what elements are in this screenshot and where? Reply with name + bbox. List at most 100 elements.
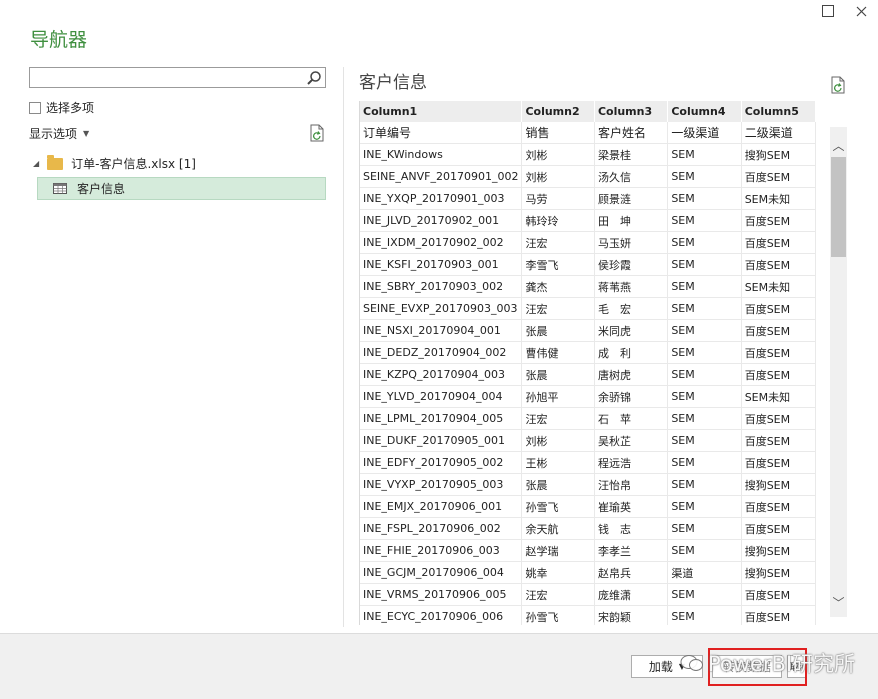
table-cell: 余天航 <box>521 517 595 540</box>
table-icon <box>53 183 67 194</box>
table-cell: 百度SEM <box>741 517 816 540</box>
scroll-up-icon[interactable]: ︿ <box>830 139 847 153</box>
tree-sheet-label: 客户信息 <box>77 182 126 196</box>
table-cell: 成 利 <box>594 341 669 364</box>
table-cell: INE_KZPQ_20170904_003 <box>360 363 523 386</box>
table-cell: 汤久信 <box>594 165 669 188</box>
table-cell: INE_FHIE_20170906_003 <box>360 539 523 562</box>
table-cell: INE_IXDM_20170902_002 <box>360 231 523 254</box>
search-field[interactable] <box>29 67 326 89</box>
table-cell: 百度SEM <box>741 605 816 625</box>
watermark-text: PowerBI研究所 <box>708 652 856 676</box>
table-cell: 刘彬 <box>521 429 595 452</box>
table-cell: 汪宏 <box>521 231 595 254</box>
table-cell: SEM <box>667 429 742 452</box>
table-cell: SEM <box>667 363 742 386</box>
table-cell: 姚幸 <box>521 561 595 584</box>
table-cell: 搜狗SEM <box>741 539 816 562</box>
table-cell: 孙雪飞 <box>521 495 595 518</box>
table-cell: 百度SEM <box>741 495 816 518</box>
table-cell: 庞维潇 <box>594 583 669 606</box>
table-cell: 百度SEM <box>741 209 816 232</box>
table-cell: 顾景涟 <box>594 187 669 210</box>
table-cell: 百度SEM <box>741 363 816 386</box>
column-header[interactable]: Column2 <box>521 101 595 122</box>
table-cell: 百度SEM <box>741 341 816 364</box>
table-row: INE_YXQP_20170901_003 马劳 顾景涟 SEM SEM未知 <box>360 187 816 210</box>
column-header[interactable]: Column4 <box>667 101 742 122</box>
close-icon <box>856 6 866 16</box>
expand-triangle-icon[interactable]: ◢ <box>33 159 39 168</box>
table-cell: 搜狗SEM <box>741 143 816 166</box>
table-row: INE_JLVD_20170902_001 韩玲玲田 坤 SEM 百度SEM <box>360 209 816 232</box>
table-row: INE_IXDM_20170902_002 汪宏 马玉妍 SEM 百度SEM <box>360 231 816 254</box>
table-cell: 田 坤 <box>594 209 669 232</box>
table-cell: INE_DEDZ_20170904_002 <box>360 341 523 364</box>
column-header[interactable]: Column5 <box>741 101 816 122</box>
table-cell: INE_GCJM_20170906_004 <box>360 561 523 584</box>
table-cell: INE_YLVD_20170904_004 <box>360 385 523 408</box>
table-cell: 米同虎 <box>594 319 669 342</box>
table-cell: SEM未知 <box>741 187 816 210</box>
table-cell: INE_EMJX_20170906_001 <box>360 495 523 518</box>
table-cell: SEM <box>667 165 742 188</box>
table-cell: SEM <box>667 209 742 232</box>
table-row: INE_KZPQ_20170904_003 张晨 唐树虎 SEM 百度SEM <box>360 363 816 386</box>
tree-item-sheet-selected[interactable]: 客户信息 <box>37 177 326 200</box>
table-row: INE_KSFI_20170903_001 李雪飞 侯珍霞 SEM 百度SEM <box>360 253 816 276</box>
preview-refresh-icon[interactable] <box>830 76 846 94</box>
pane-divider[interactable] <box>343 67 344 627</box>
table-cell: 毛 宏 <box>594 297 669 320</box>
wechat-icon <box>680 655 703 671</box>
table-cell: SEM <box>667 473 742 496</box>
table-cell: 一级渠道 <box>667 122 742 144</box>
table-cell: 汪怡帛 <box>594 473 669 496</box>
table-cell: 张晨 <box>521 473 595 496</box>
table-cell: 宋韵颖 <box>594 605 669 625</box>
preview-table-container: Column1 Column2 Column3 Column4 Column5 订单编号… <box>359 101 816 625</box>
search-input[interactable] <box>32 69 306 89</box>
table-cell: 百度SEM <box>741 451 816 474</box>
table-cell: 吴秋芷 <box>594 429 669 452</box>
table-cell: 王彬 <box>521 451 595 474</box>
table-cell: SEINE_ANVF_20170901_002 <box>360 165 523 188</box>
table-cell: INE_VYXP_20170905_003 <box>360 473 523 496</box>
table-row: INE_YLVD_20170904_004 孙旭平 余骄锦 SEM SEM未知 <box>360 385 816 408</box>
column-header[interactable]: Column1 <box>360 101 523 122</box>
table-cell: INE_JLVD_20170902_001 <box>360 209 523 232</box>
scroll-down-icon[interactable]: ﹀ <box>830 596 847 610</box>
table-row: SEINE_ANVF_20170901_002 刘彬 汤久信 SEM 百度SEM <box>360 165 816 188</box>
table-cell: SEM <box>667 319 742 342</box>
table-cell: INE_KSFI_20170903_001 <box>360 253 523 276</box>
table-body: 订单编号 销售 客户姓名 一级渠道 二级渠道 INE_KWindows 刘彬 梁景桂 SEM 搜狗… <box>360 122 816 625</box>
table-cell: 百度SEM <box>741 297 816 320</box>
refresh-icon[interactable] <box>309 124 325 142</box>
table-cell: SEM <box>667 407 742 430</box>
select-multiple-option[interactable]: 选择多项 <box>29 99 94 116</box>
table-cell: 渠道 <box>667 561 742 584</box>
scrollbar-thumb[interactable] <box>831 157 846 257</box>
select-multiple-checkbox[interactable] <box>29 101 41 114</box>
table-row: INE_EMJX_20170906_001 孙雪飞 崔瑜英 SEM 百度SEM <box>360 495 816 518</box>
display-options-dropdown[interactable]: 显示选项 ▼ <box>29 125 89 142</box>
table-cell: 汪宏 <box>521 407 595 430</box>
tree-item-file[interactable]: ◢ 订单-客户信息.xlsx [1] <box>33 154 196 172</box>
table-cell: SEM未知 <box>741 385 816 408</box>
table-cell: INE_LPML_20170904_005 <box>360 407 523 430</box>
table-cell: 梁景桂 <box>594 143 669 166</box>
maximize-button[interactable] <box>815 0 841 22</box>
table-cell: 搜狗SEM <box>741 561 816 584</box>
table-cell: SEM <box>667 539 742 562</box>
column-header[interactable]: Column3 <box>594 101 669 122</box>
table-row: SEINE_EVXP_20170903_003 汪宏毛 宏 SEM 百度SEM <box>360 297 816 320</box>
load-button-label: 加载 <box>648 660 673 674</box>
table-cell: 张晨 <box>521 319 595 342</box>
maximize-icon <box>822 5 834 17</box>
table-cell: 曹伟健 <box>521 341 595 364</box>
close-button[interactable] <box>848 0 874 22</box>
table-cell: 赵学瑞 <box>521 539 595 562</box>
table-header-row: Column1 Column2 Column3 Column4 Column5 <box>360 101 816 122</box>
table-cell: INE_EDFY_20170905_002 <box>360 451 523 474</box>
search-icon[interactable] <box>305 69 323 87</box>
table-cell: INE_DUKF_20170905_001 <box>360 429 523 452</box>
